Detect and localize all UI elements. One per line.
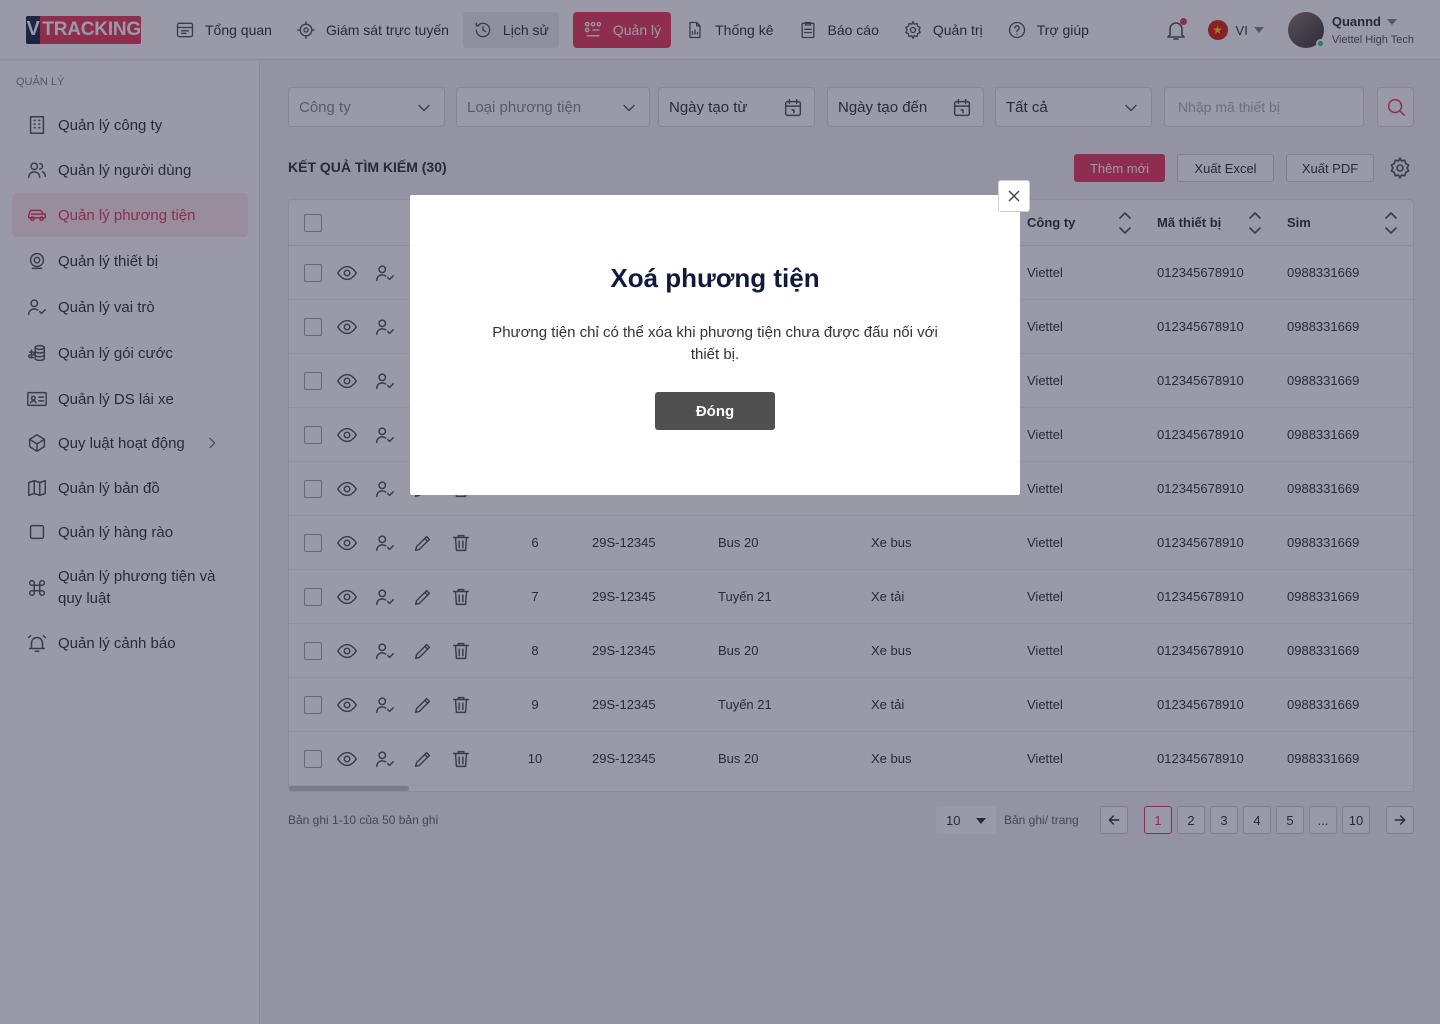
dialog-message: Phương tiện chỉ có thể xóa khi phương ti… [492, 324, 938, 363]
close-dialog-button[interactable] [998, 180, 1030, 212]
close-button[interactable]: Đóng [655, 392, 775, 430]
dialog-title: Xoá phương tiện [610, 263, 820, 293]
modal-overlay[interactable] [0, 0, 1440, 1024]
close-icon [1008, 190, 1020, 202]
delete-vehicle-dialog: Xoá phương tiện Phương tiện chỉ có thể x… [410, 180, 1030, 495]
